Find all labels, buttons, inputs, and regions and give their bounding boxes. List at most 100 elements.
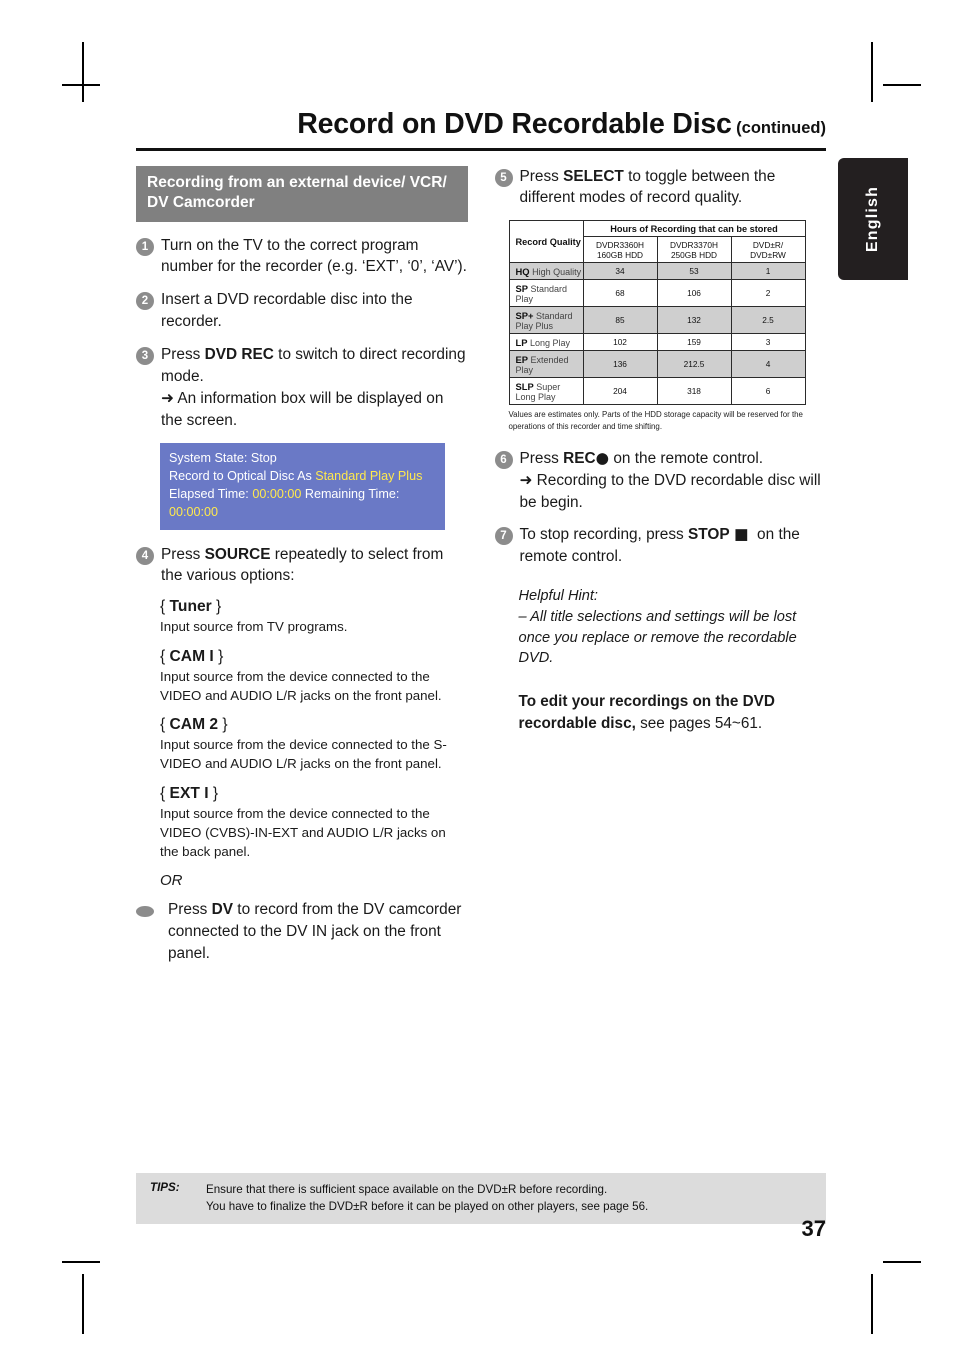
source-option-title: { Tuner }: [160, 598, 222, 616]
row-name: High Quality: [532, 266, 582, 277]
crop-mark-top-right-vertical: [871, 42, 873, 102]
source-option-description: Input source from the device connected t…: [160, 668, 442, 703]
crop-mark-top-left-vertical: [82, 42, 84, 102]
col1-line2: 250GB HDD: [670, 249, 718, 260]
row-code: LP: [515, 336, 528, 348]
osd-record-mode-value: Standard Play Plus: [315, 468, 423, 483]
row-value-2: 1: [730, 262, 806, 281]
recording-hours-table-wrapper: Record Quality Hours of Recording that c…: [508, 220, 806, 431]
row-quality-label: LP Long Play: [508, 333, 584, 352]
step-dv-bullet: Press DV to record from the DV camcorder…: [136, 899, 468, 965]
page-number: 37: [801, 1216, 826, 1241]
crop-mark-bottom-right-horizontal: [883, 1261, 921, 1263]
step-text: Insert a DVD recordable disc into the re…: [161, 291, 413, 331]
table-header-col-2: DVD±R/DVD±RW: [730, 236, 806, 264]
row-value-1: 318: [656, 377, 732, 406]
source-option-cam2: { CAM 2 } Input source from the device c…: [160, 716, 468, 774]
source-option-title: { CAM I }: [160, 647, 224, 665]
page-title-continued: (continued): [736, 119, 826, 137]
section-heading: Recording from an external device/ VCR/ …: [136, 165, 468, 222]
row-quality-label: SP Standard Play: [508, 279, 584, 308]
row-value-2: 2.5: [730, 306, 806, 335]
step-text: Press DVD REC to switch to direct record…: [161, 346, 466, 429]
tips-content: Ensure that there is sufficient space av…: [206, 1181, 648, 1215]
helpful-hint-label: Helpful Hint:: [518, 588, 599, 605]
helpful-hint-text: – All title selections and settings will…: [518, 608, 797, 667]
left-column: Recording from an external device/ VCR/ …: [136, 165, 468, 976]
bullet-dot-icon: [136, 906, 154, 918]
row-value-1: 106: [656, 279, 732, 308]
table-header-record-quality: Record Quality: [508, 220, 584, 264]
col2-line1: DVD±R/: [752, 239, 784, 250]
osd-remaining-label: Remaining Time:: [301, 487, 400, 501]
source-option-title: { EXT I }: [160, 784, 219, 802]
row-code: EP: [515, 353, 529, 365]
language-tab-label: English: [864, 185, 881, 253]
crop-mark-top-right-horizontal: [883, 84, 921, 86]
crop-mark-top-left-horizontal: [62, 84, 100, 86]
row-value-0: 204: [582, 377, 658, 406]
row-value-0: 68: [582, 279, 658, 308]
row-code: HQ: [515, 265, 530, 277]
osd-system-state-line: System State: Stop: [169, 450, 277, 465]
recording-hours-table: Record Quality Hours of Recording that c…: [508, 220, 806, 406]
table-body: HQ High Quality 34 53 1 SP Standard Play…: [508, 262, 806, 406]
row-value-0: 102: [582, 333, 658, 352]
step-6: 6 Press REC● on the remote control. ➜ Rec…: [494, 448, 827, 514]
row-quality-label: SP+ Standard Play Plus: [508, 306, 584, 335]
table-row: EP Extended Play 136 212.5 4: [508, 350, 806, 379]
table-header-col-0: DVDR3360H 160GB HDD: [582, 236, 658, 264]
row-value-0: 34: [582, 262, 658, 281]
row-value-0: 85: [582, 306, 658, 335]
row-value-2: 3: [730, 333, 806, 352]
table-footnote: Values are estimates only. Parts of the …: [508, 410, 803, 431]
source-option-description: Input source from the device connected t…: [160, 805, 446, 860]
step-text: Press REC● on the remote control. ➜ Recor…: [519, 448, 821, 511]
table-row: LP Long Play 102 159 3: [508, 333, 806, 352]
step-text: Press SELECT to toggle between the diffe…: [519, 167, 776, 207]
table-head: Record Quality Hours of Recording that c…: [508, 220, 806, 264]
row-name: Long Play: [530, 337, 571, 348]
two-column-layout: Recording from an external device/ VCR/ …: [136, 165, 827, 976]
row-quality-label: HQ High Quality: [508, 262, 584, 281]
step-7: 7 To stop recording, press STOP ■ on the…: [494, 524, 827, 568]
right-column: 5 Press SELECT to toggle between the dif…: [494, 166, 827, 976]
row-code: SLP: [515, 380, 534, 392]
table-row: SLP Super Long Play 204 318 6: [508, 377, 806, 406]
tips-line-1: Ensure that there is sufficient space av…: [206, 1183, 608, 1196]
step-2: 2 Insert a DVD recordable disc into the …: [136, 289, 468, 333]
crop-mark-bottom-right-vertical: [871, 1274, 873, 1334]
row-value-2: 2: [730, 279, 806, 308]
row-quality-label: SLP Super Long Play: [508, 377, 584, 406]
step-number-badge: 6: [494, 450, 513, 469]
col1-line1: DVDR3370H: [670, 239, 718, 250]
language-tab-english: English: [838, 158, 908, 280]
col0-line1: DVDR3360H: [596, 239, 644, 250]
row-value-2: 6: [730, 377, 806, 406]
osd-time-line: Elapsed Time: 00:00:00 Remaining Time: 0…: [169, 485, 436, 522]
col0-line2: 160GB HDD: [596, 249, 644, 260]
osd-elapsed-label: Elapsed Time:: [169, 487, 253, 501]
on-screen-display-info-box: System State: Stop Record to Optical Dis…: [160, 442, 445, 530]
source-option-tuner: { Tuner } Input source from TV programs.: [160, 598, 468, 636]
osd-remaining-value: 00:00:00: [169, 505, 219, 520]
page-content: Record on DVD Recordable Disc (continued…: [136, 108, 826, 976]
row-value-1: 212.5: [656, 350, 732, 379]
source-option-ext1: { EXT I } Input source from the device c…: [160, 785, 468, 862]
row-value-2: 4: [730, 350, 806, 379]
table-header-hours-title: Hours of Recording that can be stored: [582, 220, 806, 238]
step-number-badge: 5: [494, 168, 513, 187]
edit-recordings-note: To edit your recordings on the DVD recor…: [518, 693, 775, 732]
table-row: SP+ Standard Play Plus 85 132 2.5: [508, 306, 806, 335]
step-text: Turn on the TV to the correct program nu…: [161, 236, 467, 276]
table-header-row-1: Record Quality Hours of Recording that c…: [508, 220, 806, 264]
row-code: SP: [515, 282, 529, 294]
step-number-badge: 7: [494, 527, 513, 546]
tips-line-2: You have to finalize the DVD±R before it…: [206, 1200, 649, 1214]
col2-line2: DVD±RW: [750, 249, 786, 260]
row-value-1: 53: [656, 262, 732, 281]
osd-record-mode-line: Record to Optical Disc As Standard Play …: [169, 467, 436, 485]
step-number-badge: 2: [136, 292, 154, 311]
helpful-hint-block: Helpful Hint: – All title selections and…: [519, 586, 827, 669]
step-number-badge: 3: [136, 347, 154, 365]
